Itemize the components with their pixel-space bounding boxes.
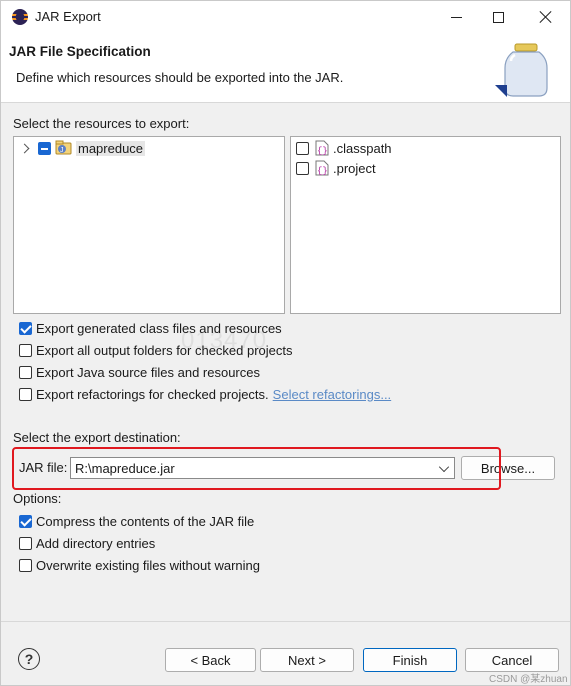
maximize-button[interactable] [475, 1, 521, 33]
file-checkbox-project[interactable] [296, 161, 309, 175]
option-export-refactorings[interactable]: Export refactorings for checked projects… [19, 384, 391, 404]
svg-text:{}: {} [317, 146, 328, 156]
overwrite-checkbox[interactable] [19, 558, 32, 572]
svg-text:{}: {} [317, 166, 328, 176]
export-output-folders-label: Export all output folders for checked pr… [36, 342, 293, 358]
eclipse-icon [12, 9, 28, 25]
chevron-right-icon[interactable] [19, 143, 30, 153]
option-export-output-folders[interactable]: Export all output folders for checked pr… [19, 340, 293, 360]
close-button[interactable] [523, 1, 569, 33]
list-item[interactable]: {} .classpath [296, 138, 392, 158]
close-icon [539, 10, 553, 24]
tree-item-checkbox[interactable] [38, 141, 51, 155]
java-project-icon: J [55, 140, 72, 155]
minimize-icon [450, 16, 462, 18]
next-button[interactable]: Next > [260, 648, 354, 672]
overwrite-label: Overwrite existing files without warning [36, 557, 260, 573]
maximize-icon [492, 11, 504, 23]
export-refactorings-label: Export refactorings for checked projects… [36, 386, 269, 402]
tree-item-mapreduce[interactable]: J mapreduce [18, 138, 146, 158]
tree-item-label: mapreduce [76, 140, 146, 156]
window-title: JAR Export [35, 9, 101, 24]
annotation-highlight-box [12, 447, 501, 490]
destination-label: Select the export destination: [13, 430, 181, 445]
option-directory-entries[interactable]: Add directory entries [19, 533, 155, 553]
option-export-source-files[interactable]: Export Java source files and resources [19, 362, 260, 382]
list-item[interactable]: {} .project [296, 158, 376, 178]
export-source-files-checkbox[interactable] [19, 365, 32, 379]
xml-file-icon: {} [315, 160, 329, 176]
select-refactorings-link[interactable]: Select refactorings... [273, 387, 392, 402]
options-label: Options: [13, 491, 62, 506]
file-label-classpath: .classpath [333, 140, 392, 156]
option-overwrite[interactable]: Overwrite existing files without warning [19, 555, 260, 575]
svg-text:J: J [60, 147, 64, 154]
directory-entries-label: Add directory entries [36, 535, 156, 551]
compress-label: Compress the contents of the JAR file [36, 513, 255, 529]
export-refactorings-checkbox[interactable] [19, 387, 32, 401]
minimize-button[interactable] [433, 1, 479, 33]
directory-entries-checkbox[interactable] [19, 536, 32, 550]
wizard-header: JAR File Specification Define which reso… [1, 33, 570, 103]
csdn-watermark: CSDN @某zhuan [489, 674, 568, 685]
page-title: JAR File Specification [9, 44, 151, 59]
export-source-files-label: Export Java source files and resources [36, 364, 260, 380]
export-class-files-label: Export generated class files and resourc… [36, 320, 282, 336]
jar-export-window: JAR Export JAR File Specification Define… [0, 0, 571, 686]
cancel-button[interactable]: Cancel [465, 648, 559, 672]
xml-file-icon: {} [315, 140, 329, 156]
help-icon[interactable]: ? [18, 648, 40, 670]
jar-icon [495, 43, 548, 97]
project-tree[interactable]: J mapreduce [13, 136, 285, 314]
option-compress[interactable]: Compress the contents of the JAR file [19, 511, 254, 531]
export-output-folders-checkbox[interactable] [19, 343, 32, 357]
back-button[interactable]: < Back [165, 648, 256, 672]
resources-label: Select the resources to export: [13, 116, 190, 131]
file-label-project: .project [333, 160, 376, 176]
option-export-class-files[interactable]: Export generated class files and resourc… [19, 318, 282, 338]
file-list[interactable]: {} .classpath {} .project [290, 136, 561, 314]
title-bar: JAR Export [1, 1, 570, 33]
finish-button[interactable]: Finish [363, 648, 457, 672]
file-checkbox-classpath[interactable] [296, 141, 309, 155]
export-class-files-checkbox[interactable] [19, 321, 32, 335]
page-description: Define which resources should be exporte… [16, 70, 344, 85]
footer-divider [1, 621, 570, 622]
compress-checkbox[interactable] [19, 514, 32, 528]
